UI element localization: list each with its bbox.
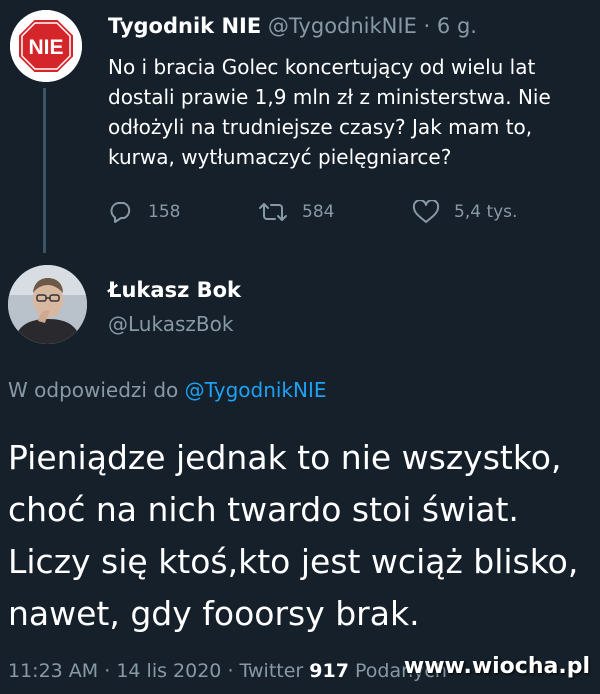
- reply-action[interactable]: 158: [108, 200, 180, 224]
- retweet-action[interactable]: 584: [258, 200, 334, 224]
- avatar-logo-text: NIE: [28, 36, 63, 59]
- stop-sign-icon: NIE: [10, 10, 82, 82]
- retweet-icon: [259, 203, 287, 221]
- like-count: 5,4 tys.: [454, 202, 518, 222]
- like-icon: [412, 200, 440, 223]
- reply-icon: [110, 202, 131, 223]
- tweet-source: Twitter: [239, 660, 304, 682]
- reply-to-link[interactable]: @TygodnikNIE: [185, 378, 327, 402]
- author-handle[interactable]: @TygodnikNIE: [268, 14, 417, 38]
- thread-connector-line: [43, 88, 46, 253]
- like-action[interactable]: 5,4 tys.: [412, 200, 517, 224]
- site-watermark: www.wiocha.pl: [403, 654, 590, 679]
- tweet-text: No i bracia Golec koncertujący od wielu …: [108, 55, 551, 169]
- tweet-footer: 11:23 AM · 14 lis 2020 · Twitter 917 Pod…: [8, 660, 447, 682]
- tweet-timestamp[interactable]: 11:23 AM: [8, 660, 98, 682]
- footer-separator: ·: [227, 660, 234, 682]
- retweet-count: 584: [302, 202, 335, 222]
- footer-separator: ·: [104, 660, 111, 682]
- meta-separator: ·: [423, 14, 431, 38]
- author-name[interactable]: Tygodnik NIE: [108, 14, 261, 38]
- reply-text-line: Pieniądze jednak to nie wszystko,: [8, 438, 562, 477]
- reply-prefix: W odpowiedzi do: [8, 378, 179, 402]
- reply-author-name[interactable]: Łukasz Bok: [108, 278, 241, 302]
- user-photo-icon: [8, 265, 87, 344]
- reply-count: 158: [148, 202, 181, 222]
- lukasz-bok-avatar[interactable]: [8, 265, 87, 344]
- reply-context: W odpowiedzi do @TygodnikNIE: [8, 378, 327, 402]
- reply-text-line: choć na nich twardo stoi świat.: [8, 490, 519, 529]
- reply-author-handle[interactable]: @LukaszBok: [108, 312, 233, 336]
- tweet-date[interactable]: 14 lis 2020: [116, 660, 221, 682]
- reply-tweet-text: Pieniądze jednak to nie wszystko, choć n…: [8, 432, 598, 640]
- reply-text-line: Liczy się ktoś,kto jest wciąż blisko,: [8, 542, 579, 581]
- tygodnik-nie-avatar[interactable]: NIE: [10, 10, 82, 82]
- tweet-time[interactable]: 6 g.: [437, 14, 477, 38]
- retweet-total[interactable]: 917: [309, 660, 349, 682]
- tweet-header: Tygodnik NIE @TygodnikNIE · 6 g.: [108, 14, 477, 38]
- reply-text-line: nawet, gdy fooorsy brak.: [8, 594, 420, 633]
